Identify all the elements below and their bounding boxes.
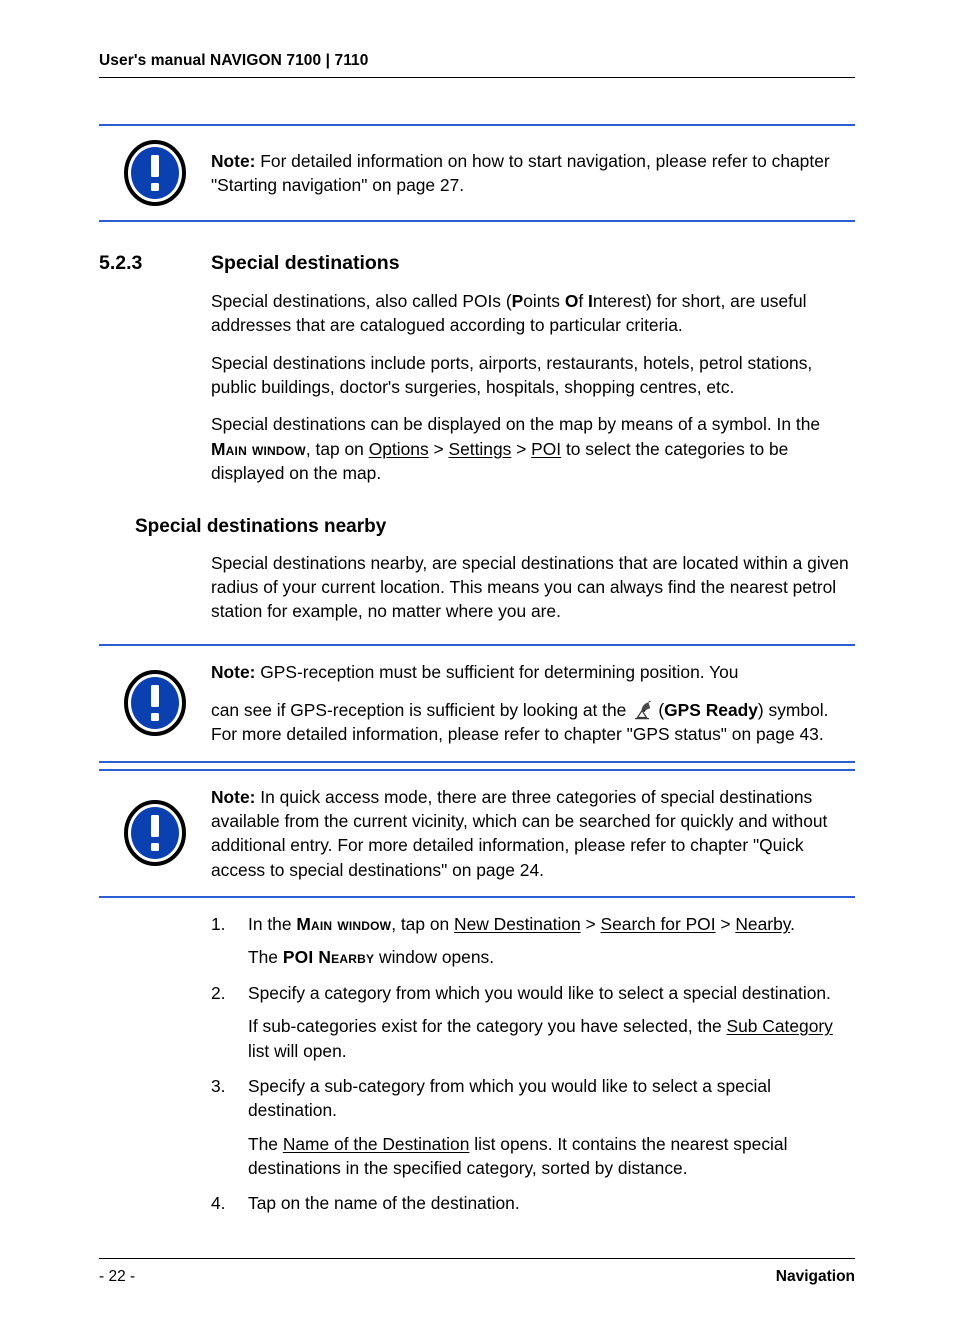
text-run: If sub-categories exist for the category… xyxy=(248,1016,727,1037)
note-label: Note: xyxy=(211,661,256,682)
ui-label-gps-ready: GPS Ready xyxy=(664,699,758,720)
note-box-starting-navigation: Note: For detailed information on how to… xyxy=(99,124,855,222)
note-text-line1: GPS-reception must be sufficient for det… xyxy=(255,661,739,682)
note-label: Note: xyxy=(211,150,256,171)
list-item-number: 3. xyxy=(211,1075,226,1096)
paragraph-poi-definition: Special destinations, also called POIs (… xyxy=(211,289,855,338)
gps-satellite-dish-icon xyxy=(635,700,652,720)
text-run-bold-p: P xyxy=(511,291,524,311)
list-item: 3. Specify a sub-category from which you… xyxy=(211,1074,855,1123)
text-run: window opens. xyxy=(374,947,495,968)
list-item-result: The Name of the Destination list opens. … xyxy=(248,1132,855,1181)
list-item-number: 1. xyxy=(211,914,226,935)
exclamation-note-icon xyxy=(124,800,186,867)
page-content: Note: For detailed information on how to… xyxy=(99,124,855,1216)
page-header: User's manual NAVIGON 7100 | 7110 xyxy=(99,52,855,78)
section-heading: 5.2.3 Special destinations xyxy=(99,252,855,275)
note-icon-cell xyxy=(99,800,211,867)
ui-link-search-for-poi: Search for POI xyxy=(600,914,716,935)
ui-label-main-window: Main window xyxy=(296,914,392,935)
note-body: Note: For detailed information on how to… xyxy=(211,149,855,198)
text-run: > xyxy=(511,438,532,459)
text-run: , tap on xyxy=(391,914,455,935)
document-page: User's manual NAVIGON 7100 | 7110 Note: … xyxy=(0,0,954,1344)
list-item-text: In the Main window, tap on New Destinati… xyxy=(248,912,855,936)
paragraph-poi-display: Special destinations can be displayed on… xyxy=(211,412,855,485)
note-icon-cell xyxy=(99,670,211,737)
text-run: f xyxy=(578,291,589,311)
note-label: Note: xyxy=(211,786,256,807)
footer-row: - 22 - Navigation xyxy=(99,1259,855,1286)
header-rule xyxy=(99,76,855,78)
ui-link-new-destination: New Destination xyxy=(454,914,581,935)
list-item: 4. Tap on the name of the destination. xyxy=(211,1191,855,1215)
text-run: oints xyxy=(523,291,565,311)
list-item-number: 2. xyxy=(211,982,226,1003)
ui-link-options: Options xyxy=(368,438,429,459)
header-title: User's manual NAVIGON 7100 | 7110 xyxy=(99,52,369,69)
note-text: In quick access mode, there are three ca… xyxy=(211,786,828,880)
page-footer: - 22 - Navigation xyxy=(99,1258,855,1286)
ui-link-poi: POI xyxy=(531,438,562,459)
ui-link-name-of-the-destination: Name of the Destination xyxy=(282,1133,470,1154)
text-run: , tap on xyxy=(305,438,369,459)
list-item: 1. In the Main window, tap on New Destin… xyxy=(211,912,855,936)
text-run: > xyxy=(428,438,449,459)
note-body: Note: In quick access mode, there are th… xyxy=(211,785,855,882)
section-title: Special destinations xyxy=(211,252,400,274)
exclamation-note-icon xyxy=(124,670,186,737)
text-run-bold-o: O xyxy=(564,291,579,311)
subsection-title: Special destinations nearby xyxy=(135,515,387,537)
text-run: The xyxy=(248,947,283,968)
note-text-line2a: can see if GPS-reception is sufficient b… xyxy=(211,699,627,720)
text-run: In the xyxy=(248,914,297,935)
paragraph-nearby-description: Special destinations nearby, are special… xyxy=(211,552,849,622)
ui-link-nearby: Nearby xyxy=(735,914,791,935)
note-box-quick-access: Note: In quick access mode, there are th… xyxy=(99,768,855,899)
note-box-gps-reception: Note: GPS-reception must be sufficient f… xyxy=(99,643,855,763)
section-number: 5.2.3 xyxy=(99,252,143,274)
text-run: The xyxy=(248,1133,283,1154)
note-icon-cell xyxy=(99,140,211,206)
list-item: 2. Specify a category from which you wou… xyxy=(211,981,855,1005)
list-item-number: 4. xyxy=(211,1193,226,1214)
list-item-result: The POI Nearby window opens. xyxy=(248,945,855,969)
paragraph-poi-examples: Special destinations include ports, airp… xyxy=(211,352,813,398)
ui-link-settings: Settings xyxy=(448,438,512,459)
text-run: > xyxy=(715,914,736,935)
text-run: list will open. xyxy=(248,1040,347,1061)
list-item-text: Tap on the name of the destination. xyxy=(248,1193,520,1214)
exclamation-note-icon xyxy=(124,140,186,206)
page-number: - 22 - xyxy=(99,1268,136,1285)
note-body: Note: GPS-reception must be sufficient f… xyxy=(211,660,855,747)
text-run: . xyxy=(790,914,795,935)
list-item-text: Specify a sub-category from which you wo… xyxy=(248,1075,771,1121)
footer-chapter-label: Navigation xyxy=(775,1268,855,1285)
text-run: Special destinations can be displayed on… xyxy=(211,414,821,435)
list-item-result: If sub-categories exist for the category… xyxy=(248,1014,855,1063)
ui-link-sub-category: Sub Category xyxy=(726,1016,833,1037)
ui-label-main-window: Main window xyxy=(211,438,306,459)
text-run: Special destinations, also called POIs ( xyxy=(211,291,512,311)
procedure-list: 1. In the Main window, tap on New Destin… xyxy=(211,912,855,1216)
ui-label-poi-nearby: POI Nearby xyxy=(282,947,375,968)
note-text: For detailed information on how to start… xyxy=(211,150,830,195)
list-item-text: Specify a category from which you would … xyxy=(248,982,831,1003)
text-run: > xyxy=(580,914,601,935)
